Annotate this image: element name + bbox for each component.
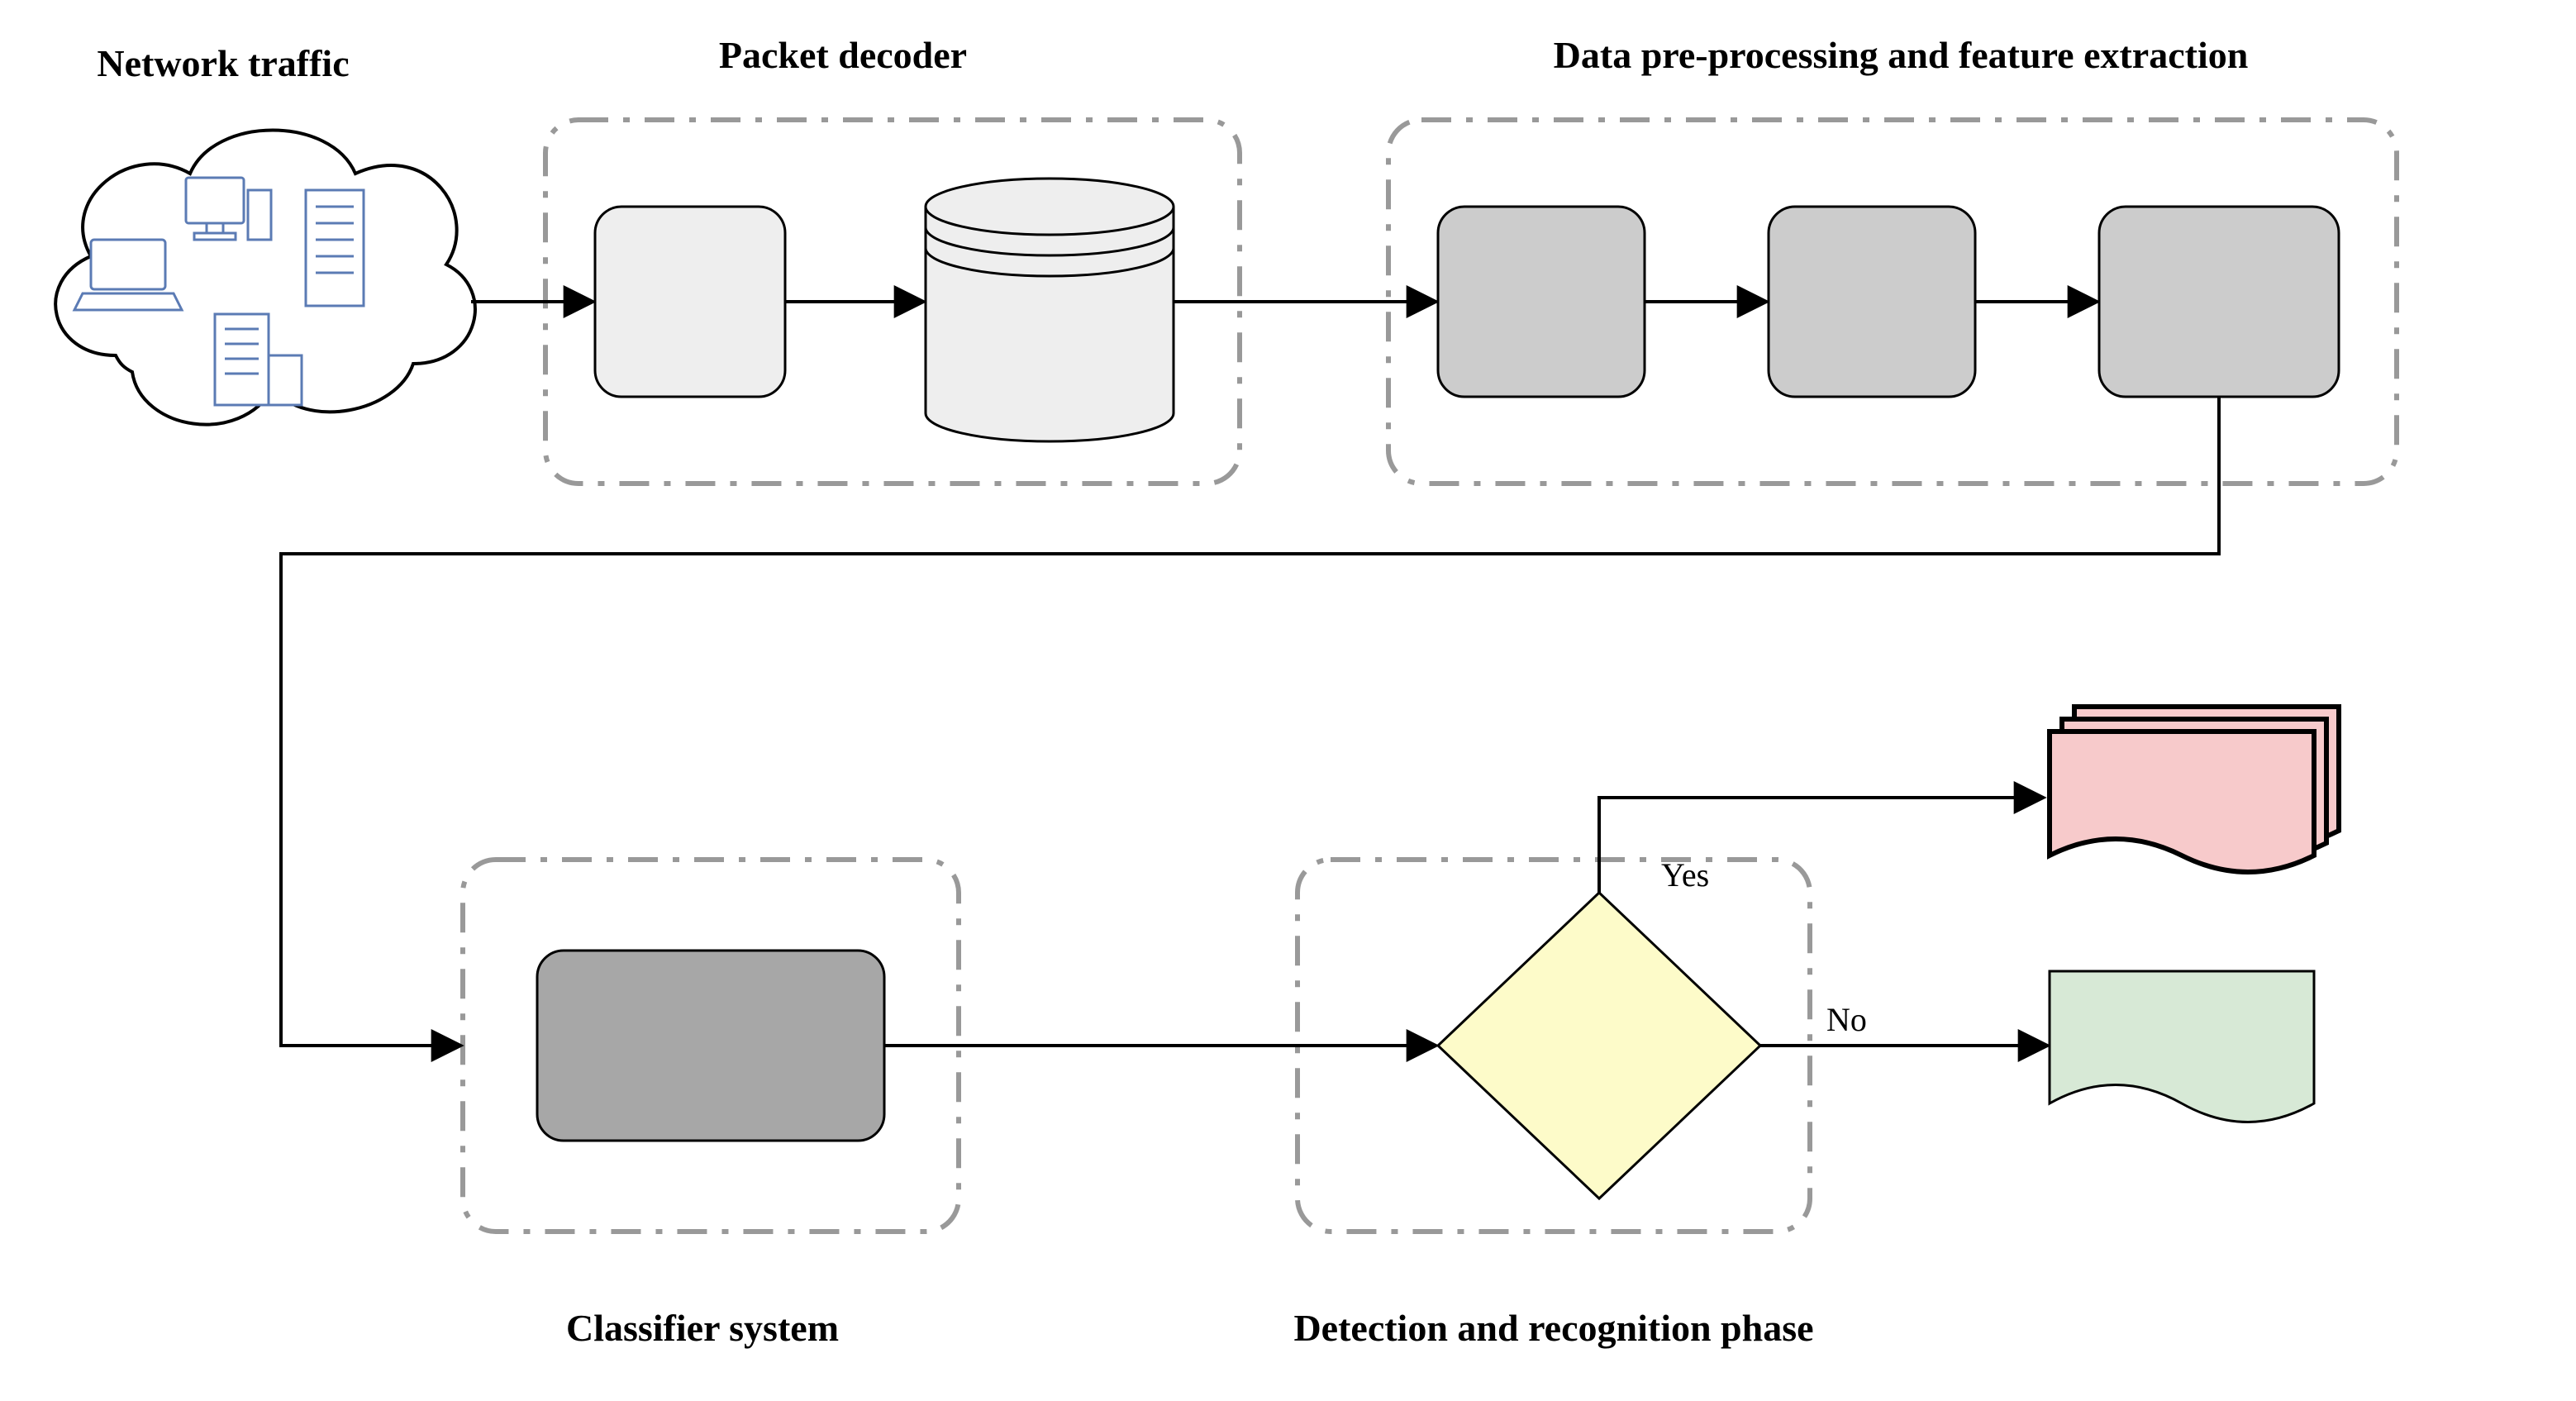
arrow-yes-to-attack <box>1599 798 2041 893</box>
cloud-network-traffic <box>55 131 475 425</box>
node-feature-set <box>926 179 1174 441</box>
node-feature-conversion <box>1438 207 1645 397</box>
node-attack-classification <box>2050 707 2339 872</box>
laptop-icon <box>74 240 182 310</box>
node-sniffing-tools <box>595 207 785 397</box>
node-feature-normalisation <box>2099 207 2339 397</box>
building-icon-1 <box>306 190 364 306</box>
node-malicious-behavior <box>1438 893 1760 1198</box>
node-feature-reduction <box>1769 207 1975 397</box>
node-ml-algorithms <box>537 951 884 1141</box>
node-normal-record <box>2050 971 2314 1122</box>
arrow-normalisation-to-ml <box>281 397 2219 1046</box>
